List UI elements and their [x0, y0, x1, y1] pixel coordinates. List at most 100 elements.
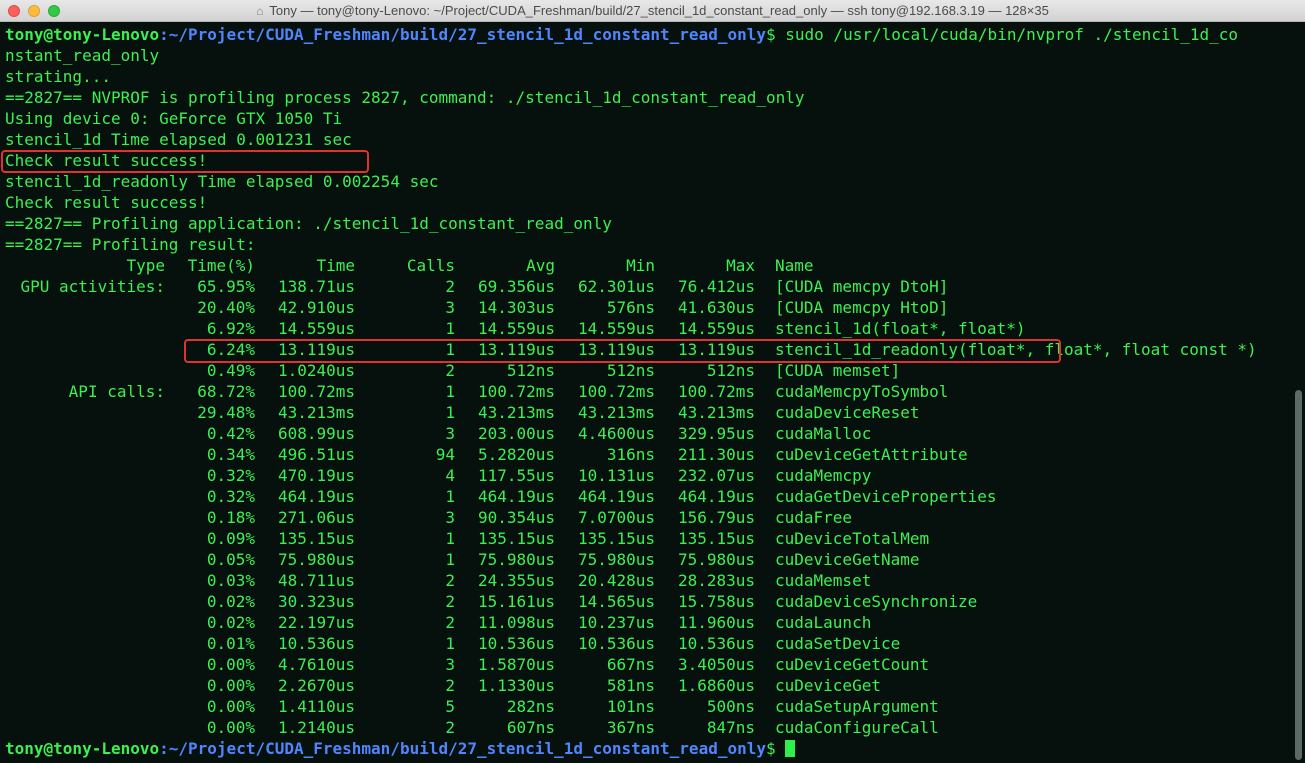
table-row: API calls: 68.72% 100.72ms 1 100.72ms 100.72m… [5, 381, 1290, 402]
cell-time: 43.213ms [277, 403, 355, 422]
cell-time-percent: 0.05% [206, 550, 255, 569]
cell-max: 3.4050us [677, 655, 755, 674]
cell-max: 14.559us [677, 319, 755, 338]
table-row: 20.40% 42.910us 3 14.303us 576ns 41.630us [CUD… [5, 297, 1290, 318]
cell-max: 41.630us [677, 298, 755, 317]
cell-calls: 2 [445, 676, 455, 695]
cell-time: 10.536us [277, 634, 355, 653]
prompt-symbol: $ [766, 739, 786, 758]
cell-min: 464.19us [577, 487, 655, 506]
title-bar: ⌂ Tony — tony@tony-Lenovo: ~/Project/CUDA… [0, 0, 1305, 22]
cell-time: 42.910us [277, 298, 355, 317]
output-line-elapsed-stencil: stencil_1d Time elapsed 0.001231 sec [5, 130, 352, 149]
cell-time: 1.4110us [277, 697, 355, 716]
cell-time-percent: 0.32% [206, 487, 255, 506]
cell-calls: 5 [445, 697, 455, 716]
output-line: Using device 0: GeForce GTX 1050 Ti [5, 109, 343, 128]
cell-avg: 10.536us [477, 634, 555, 653]
cell-time-percent: 0.03% [206, 571, 255, 590]
cell-time-percent: 0.42% [206, 424, 255, 443]
header-type: Type [126, 256, 165, 275]
cell-time: 1.2140us [277, 718, 355, 737]
cell-name: cudaFree [775, 508, 853, 527]
table-row: 0.00% 1.2140us 2 607ns 367ns 847ns cudaConfigu… [5, 717, 1290, 738]
window-title: Tony — tony@tony-Lenovo: ~/Project/CUDA_… [269, 3, 1049, 18]
cell-time-percent: 0.34% [206, 445, 255, 464]
cell-time-percent: 0.00% [206, 676, 255, 695]
cell-avg: 15.161us [477, 592, 555, 611]
cell-max: 329.95us [677, 424, 755, 443]
table-row: 0.05% 75.980us 1 75.980us 75.980us 75.980us cu… [5, 549, 1290, 570]
cell-time-percent: 68.72% [197, 382, 255, 401]
cell-max: 28.283us [677, 571, 755, 590]
cell-min: 10.131us [577, 466, 655, 485]
cell-min: 101ns [606, 697, 655, 716]
cell-max: 100.72ms [677, 382, 755, 401]
cell-calls: 2 [445, 613, 455, 632]
cell-name: cudaSetDevice [775, 634, 901, 653]
cell-avg: 100.72ms [477, 382, 555, 401]
cell-max: 75.980us [677, 550, 755, 569]
cell-calls: 3 [445, 655, 455, 674]
cell-time: 496.51us [277, 445, 355, 464]
table-row: 0.42% 608.99us 3 203.00us 4.4600us 329.95us cu… [5, 423, 1290, 444]
cell-avg: 203.00us [477, 424, 555, 443]
cell-min: 667ns [606, 655, 655, 674]
command-line: tony@tony-Lenovo:~/Project/CUDA_Freshman… [5, 24, 1238, 45]
table-row: 0.00% 1.4110us 5 282ns 101ns 500ns cudaSetupAr… [5, 696, 1290, 717]
cell-time: 48.711us [277, 571, 355, 590]
cell-name: [CUDA memcpy DtoH] [775, 277, 949, 296]
table-row: 0.32% 464.19us 1 464.19us 464.19us 464.19us cu… [5, 486, 1290, 507]
cell-time-percent: 0.02% [206, 613, 255, 632]
terminal-output[interactable]: tony@tony-Lenovo:~/Project/CUDA_Freshman… [0, 22, 1292, 763]
cell-time-percent: 29.48% [197, 403, 255, 422]
cell-min: 512ns [606, 361, 655, 380]
window-title-area: ⌂ Tony — tony@tony-Lenovo: ~/Project/CUDA… [0, 0, 1305, 22]
cell-avg: 1.5870us [477, 655, 555, 674]
output-line: strating... [5, 67, 111, 86]
cell-name: cudaGetDeviceProperties [775, 487, 997, 506]
cell-min: 576ns [606, 298, 655, 317]
header-min: Min [626, 256, 655, 275]
cell-avg: 5.2820us [477, 445, 555, 464]
cell-name: cudaConfigureCall [775, 718, 939, 737]
cell-calls: 1 [445, 382, 455, 401]
table-row: 0.32% 470.19us 4 117.55us 10.131us 232.07us cu… [5, 465, 1290, 486]
command-text: sudo /usr/local/cuda/bin/nvprof ./stenci… [785, 25, 1239, 44]
cell-avg: 11.098us [477, 613, 555, 632]
cell-max: 211.30us [677, 445, 755, 464]
cell-time-percent: 0.00% [206, 655, 255, 674]
cell-avg: 607ns [506, 718, 555, 737]
cell-name: [CUDA memcpy HtoD] [775, 298, 949, 317]
scrollbar[interactable] [1292, 22, 1305, 763]
table-row: GPU activities: 65.95% 138.71us 2 69.356us 62… [5, 276, 1290, 297]
table-row: 29.48% 43.213ms 1 43.213ms 43.213ms 43.213ms c… [5, 402, 1290, 423]
cell-type: GPU activities: [20, 277, 166, 296]
cell-name: cudaDeviceSynchronize [775, 592, 978, 611]
cell-min: 135.15us [577, 529, 655, 548]
cell-time: 4.7610us [277, 655, 355, 674]
cell-max: 135.15us [677, 529, 755, 548]
cell-min: 62.301us [577, 277, 655, 296]
cell-min: 100.72ms [577, 382, 655, 401]
cell-time: 75.980us [277, 550, 355, 569]
cell-min: 10.536us [577, 634, 655, 653]
cell-avg: 75.980us [477, 550, 555, 569]
scrollbar-thumb[interactable] [1295, 390, 1302, 760]
cell-calls: 3 [445, 298, 455, 317]
highlight-box-elapsed [1, 150, 369, 173]
cell-max: 847ns [706, 718, 755, 737]
cell-min: 367ns [606, 718, 655, 737]
highlight-box-stencil-row [184, 339, 1061, 363]
cell-avg: 14.303us [477, 298, 555, 317]
output-line: ==2827== Profiling application: ./stenci… [5, 214, 612, 233]
header-name: Name [775, 256, 814, 275]
cell-calls: 2 [445, 361, 455, 380]
cell-calls: 1 [445, 529, 455, 548]
cell-min: 316ns [606, 445, 655, 464]
cell-name: cudaMemcpyToSymbol [775, 382, 949, 401]
output-line: stencil_1d_readonly Time elapsed 0.00225… [5, 172, 439, 191]
cell-min: 43.213ms [577, 403, 655, 422]
cell-time: 138.71us [277, 277, 355, 296]
cell-name: [CUDA memset] [775, 361, 901, 380]
